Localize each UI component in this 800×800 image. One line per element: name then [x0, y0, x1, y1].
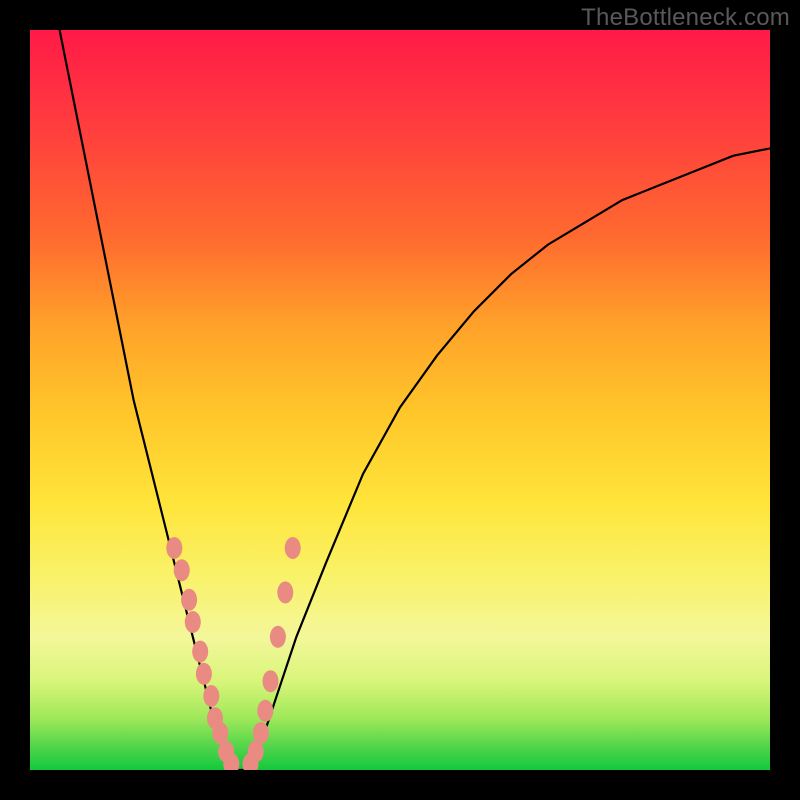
outer-frame: TheBottleneck.com	[0, 0, 800, 800]
data-marker	[263, 670, 279, 692]
data-marker	[185, 611, 201, 633]
data-marker	[203, 685, 219, 707]
markers-left	[166, 537, 239, 770]
data-marker	[257, 700, 273, 722]
data-marker	[285, 537, 301, 559]
data-marker	[270, 626, 286, 648]
curve-svg	[30, 30, 770, 770]
data-marker	[192, 641, 208, 663]
data-marker	[174, 559, 190, 581]
data-marker	[253, 722, 269, 744]
right-curve	[252, 148, 770, 770]
watermark-text: TheBottleneck.com	[581, 4, 790, 32]
plot-area	[30, 30, 770, 770]
data-marker	[277, 581, 293, 603]
data-marker	[181, 589, 197, 611]
data-marker	[196, 663, 212, 685]
data-marker	[166, 537, 182, 559]
